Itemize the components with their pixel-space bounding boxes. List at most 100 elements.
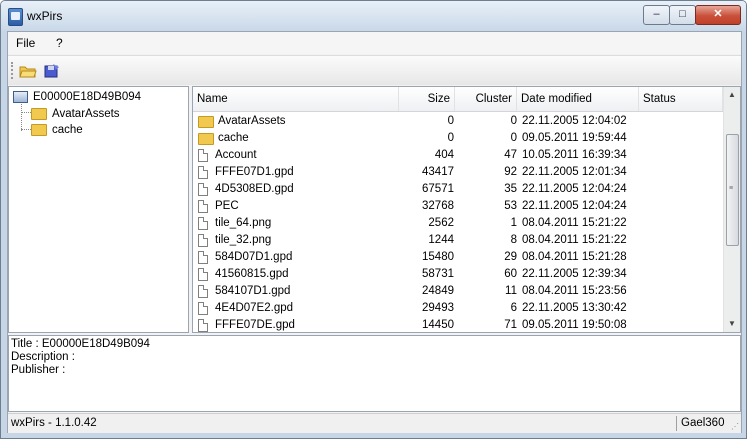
file-name: 4E4D07E2.gpd [215, 302, 294, 314]
info-title: Title : E00000E18D49B094 [11, 338, 150, 350]
list-header: Name Size Cluster Date modified Status [193, 87, 723, 112]
cell-date-modified: 22.11.2005 13:30:42 [522, 302, 627, 314]
cell-name: tile_64.png [198, 215, 271, 232]
close-button[interactable]: ✕ [695, 5, 741, 25]
table-row[interactable]: FFFE07DE.gpd 14450 71 09.05.2011 19:50:08 [193, 317, 723, 332]
vertical-scrollbar[interactable]: ▲ ≡ ▼ [723, 87, 740, 332]
folder-icon [31, 108, 47, 120]
file-name: FFFE07DE.gpd [215, 319, 295, 331]
table-row[interactable]: 41560815.gpd 58731 60 22.11.2005 12:39:34 [193, 266, 723, 283]
file-name: FFFE07D1.gpd [215, 166, 294, 178]
file-icon [198, 166, 208, 179]
cell-name: 4E4D07E2.gpd [198, 300, 293, 317]
cell-size: 29493 [422, 302, 454, 314]
minimize-button[interactable]: – [643, 5, 670, 25]
open-folder-icon[interactable] [18, 61, 38, 80]
cell-name: FFFE07D1.gpd [198, 164, 294, 181]
table-row[interactable]: Account 404 47 10.05.2011 16:39:34 [193, 147, 723, 164]
cell-cluster: 53 [504, 200, 517, 212]
table-row[interactable]: PEC 32768 53 22.11.2005 12:04:24 [193, 198, 723, 215]
scroll-up-icon[interactable]: ▲ [724, 87, 740, 103]
resize-grip-icon[interactable]: ⋰ [731, 422, 739, 431]
column-header-date-modified[interactable]: Date modified [517, 87, 639, 111]
tree-line [21, 104, 22, 131]
cell-date-modified: 08.04.2011 15:21:28 [522, 251, 627, 263]
table-row[interactable]: cache 0 0 09.05.2011 19:59:44 [193, 130, 723, 147]
file-list[interactable]: Name Size Cluster Date modified Status A… [192, 86, 741, 333]
file-name: 4D5308ED.gpd [215, 183, 294, 195]
maximize-button[interactable]: □ [669, 5, 696, 25]
table-row[interactable]: tile_64.png 2562 1 08.04.2011 15:21:22 [193, 215, 723, 232]
cell-date-modified: 22.11.2005 12:04:24 [522, 183, 627, 195]
tree-root-label: E00000E18D49B094 [33, 91, 142, 103]
cell-name: 584D07D1.gpd [198, 249, 292, 266]
file-icon [198, 149, 208, 162]
cell-size: 67571 [422, 183, 454, 195]
info-panel: Title : E00000E18D49B094 Description : P… [8, 335, 741, 412]
cell-date-modified: 08.04.2011 15:21:22 [522, 217, 627, 229]
menu-help[interactable]: ? [56, 36, 63, 50]
menu-bar: File ? [8, 32, 741, 54]
cell-size: 404 [434, 149, 454, 161]
cell-date-modified: 22.11.2005 12:01:34 [522, 166, 627, 178]
table-row[interactable]: AvatarAssets 0 0 22.11.2005 12:04:02 [193, 113, 723, 130]
file-icon [198, 234, 208, 247]
extract-icon[interactable] [42, 61, 62, 80]
window-title: wxPirs [27, 9, 63, 23]
column-header-name[interactable]: Name [193, 87, 399, 111]
table-row[interactable]: 584107D1.gpd 24849 11 08.04.2011 15:23:56 [193, 283, 723, 300]
file-name: PEC [215, 200, 239, 212]
info-description: Description : [11, 351, 75, 363]
cell-cluster: 35 [504, 183, 517, 195]
cell-size: 0 [447, 132, 454, 144]
title-bar[interactable]: wxPirs – □ ✕ [1, 1, 746, 31]
cell-size: 24849 [422, 285, 454, 297]
cell-cluster: 47 [504, 149, 517, 161]
cell-name: 584107D1.gpd [198, 283, 290, 300]
tree-line [21, 129, 31, 130]
tree-item-label: AvatarAssets [52, 108, 120, 120]
file-icon [198, 268, 208, 281]
menu-file[interactable]: File [16, 36, 35, 50]
cell-cluster: 11 [505, 285, 517, 297]
cell-cluster: 6 [510, 302, 517, 314]
file-name: Account [215, 149, 257, 161]
cell-date-modified: 09.05.2011 19:59:44 [522, 132, 627, 144]
file-name: 584D07D1.gpd [215, 251, 293, 263]
cell-cluster: 8 [510, 234, 517, 246]
info-publisher: Publisher : [11, 364, 66, 376]
scroll-thumb[interactable]: ≡ [726, 134, 739, 246]
cell-size: 2562 [428, 217, 454, 229]
file-icon [198, 200, 208, 213]
tree-item-cache[interactable]: cache [31, 122, 83, 138]
file-icon [198, 217, 208, 230]
tree-root[interactable]: E00000E18D49B094 [13, 89, 141, 105]
table-row[interactable]: tile_32.png 1244 8 08.04.2011 15:21:22 [193, 232, 723, 249]
cell-cluster: 0 [510, 132, 517, 144]
scroll-down-icon[interactable]: ▼ [724, 316, 740, 332]
table-row[interactable]: 4E4D07E2.gpd 29493 6 22.11.2005 13:30:42 [193, 300, 723, 317]
cell-size: 43417 [422, 166, 454, 178]
file-name: AvatarAssets [218, 115, 286, 127]
column-header-cluster[interactable]: Cluster [455, 87, 517, 111]
folder-icon [31, 124, 47, 136]
column-header-size[interactable]: Size [399, 87, 455, 111]
file-name: cache [218, 132, 249, 144]
table-row[interactable]: FFFE07D1.gpd 43417 92 22.11.2005 12:01:34 [193, 164, 723, 181]
cell-name: Account [198, 147, 257, 164]
table-row[interactable]: 4D5308ED.gpd 67571 35 22.11.2005 12:04:24 [193, 181, 723, 198]
folder-tree[interactable]: E00000E18D49B094 AvatarAssets cache [8, 86, 189, 333]
toolbar-grip[interactable] [11, 62, 15, 79]
table-row[interactable]: 584D07D1.gpd 15480 29 08.04.2011 15:21:28 [193, 249, 723, 266]
cell-date-modified: 09.05.2011 19:50:08 [522, 319, 627, 331]
cell-name: AvatarAssets [198, 113, 286, 130]
cell-name: tile_32.png [198, 232, 271, 249]
tree-item-avatarassets[interactable]: AvatarAssets [31, 106, 120, 122]
cell-date-modified: 10.05.2011 16:39:34 [522, 149, 627, 161]
cell-date-modified: 08.04.2011 15:21:22 [522, 234, 627, 246]
column-header-status[interactable]: Status [639, 87, 723, 111]
cell-name: FFFE07DE.gpd [198, 317, 295, 332]
file-icon [198, 319, 208, 332]
cell-size: 14450 [422, 319, 454, 331]
tree-line [21, 112, 31, 113]
